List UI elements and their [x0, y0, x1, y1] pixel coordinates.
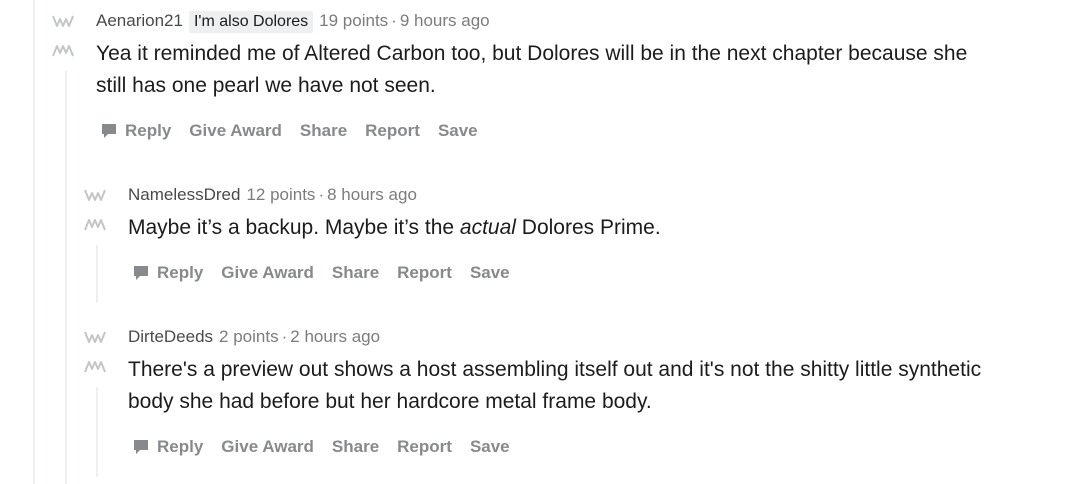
thread-line[interactable] [96, 245, 98, 303]
reply-label: Reply [157, 437, 204, 456]
comment-actions: Reply Give Award Share Report Save [128, 261, 1038, 285]
comment-bubble-icon [132, 264, 150, 282]
comment-text-line: Yea it reminded me of Altered Carbon too… [96, 42, 968, 65]
comment-meta: DirteDeeds 2 points · 2 hours ago [128, 325, 1058, 349]
upvote-arrow-icon[interactable] [84, 187, 106, 203]
reply-label: Reply [125, 121, 172, 140]
comment-meta: Aenarion21 I'm also Dolores 19 points · 9 ho… [96, 9, 1056, 33]
upvote-arrow-icon[interactable] [52, 13, 74, 29]
timestamp-link[interactable]: 9 hours ago [400, 11, 490, 30]
save-button[interactable]: Save [461, 435, 519, 459]
report-button[interactable]: Report [388, 261, 461, 285]
comment-actions: Reply Give Award Share Report Save [128, 435, 1058, 459]
user-flair: I'm also Dolores [188, 11, 314, 33]
comment-bubble-icon [132, 438, 150, 456]
comment-text-emphasis: actual [459, 216, 516, 239]
comment-body: DirteDeeds 2 points · 2 hours ago There's a… [128, 325, 1058, 459]
report-button[interactable]: Report [356, 119, 429, 143]
save-button[interactable]: Save [461, 261, 519, 285]
comment-actions: Reply Give Award Share Report Save [96, 119, 1056, 143]
share-button[interactable]: Share [291, 119, 356, 143]
comment-text-line: There's a preview out shows a host assem… [128, 358, 982, 381]
report-button[interactable]: Report [388, 435, 461, 459]
reply-button[interactable]: Reply [128, 261, 212, 285]
timestamp-link[interactable]: 8 hours ago [327, 185, 417, 204]
downvote-arrow-icon[interactable] [84, 217, 106, 233]
comment-text: There's a preview out shows a host assem… [128, 354, 1058, 418]
meta-separator: · [318, 185, 325, 204]
reply-button[interactable]: Reply [128, 435, 212, 459]
give-award-button[interactable]: Give Award [180, 119, 291, 143]
comment-bubble-icon [100, 122, 118, 140]
comment-text-line: still has one pearl we have not seen. [96, 74, 436, 97]
comment-text-part: Maybe it’s a backup. Maybe it’s the [128, 216, 460, 239]
parent-thread-line[interactable] [33, 0, 35, 484]
upvote-arrow-icon[interactable] [84, 329, 106, 345]
reply-button[interactable]: Reply [96, 119, 180, 143]
give-award-button[interactable]: Give Award [212, 261, 323, 285]
author-link[interactable]: DirteDeeds [128, 327, 213, 346]
comment-text-part: Dolores Prime. [515, 216, 661, 239]
comment-thread: Aenarion21 I'm also Dolores 19 points · 9 ho… [0, 0, 1072, 484]
thread-line[interactable] [96, 387, 98, 477]
comment-nameless-dred: NamelessDred 12 points · 8 hours ago Maybe … [84, 183, 1044, 305]
share-button[interactable]: Share [323, 435, 388, 459]
author-link[interactable]: NamelessDred [128, 185, 240, 204]
points-count: 19 points [319, 11, 389, 30]
meta-separator: · [391, 11, 397, 30]
downvote-arrow-icon[interactable] [52, 43, 74, 59]
comment-meta: NamelessDred 12 points · 8 hours ago [128, 183, 1038, 207]
give-award-button[interactable]: Give Award [212, 435, 323, 459]
comment-dirte-deeds: DirteDeeds 2 points · 2 hours ago There's a… [84, 325, 1064, 484]
share-button[interactable]: Share [323, 261, 388, 285]
comment-body: Aenarion21 I'm also Dolores 19 points · 9 ho… [96, 9, 1056, 143]
points-count: 12 points [246, 185, 316, 204]
downvote-arrow-icon[interactable] [84, 359, 106, 375]
points-count: 2 points [219, 327, 279, 346]
author-link[interactable]: Aenarion21 [96, 11, 183, 30]
comment-text-line: body she had before but her hardcore met… [128, 390, 652, 413]
timestamp-link[interactable]: 2 hours ago [290, 327, 380, 346]
comment-text: Yea it reminded me of Altered Carbon too… [96, 38, 1056, 102]
save-button[interactable]: Save [429, 119, 487, 143]
meta-separator: · [281, 327, 288, 346]
comment-body: NamelessDred 12 points · 8 hours ago Maybe … [128, 183, 1038, 285]
thread-line[interactable] [65, 71, 67, 484]
comment-text: Maybe it’s a backup. Maybe it’s the actu… [128, 212, 1038, 244]
reply-label: Reply [157, 263, 204, 282]
